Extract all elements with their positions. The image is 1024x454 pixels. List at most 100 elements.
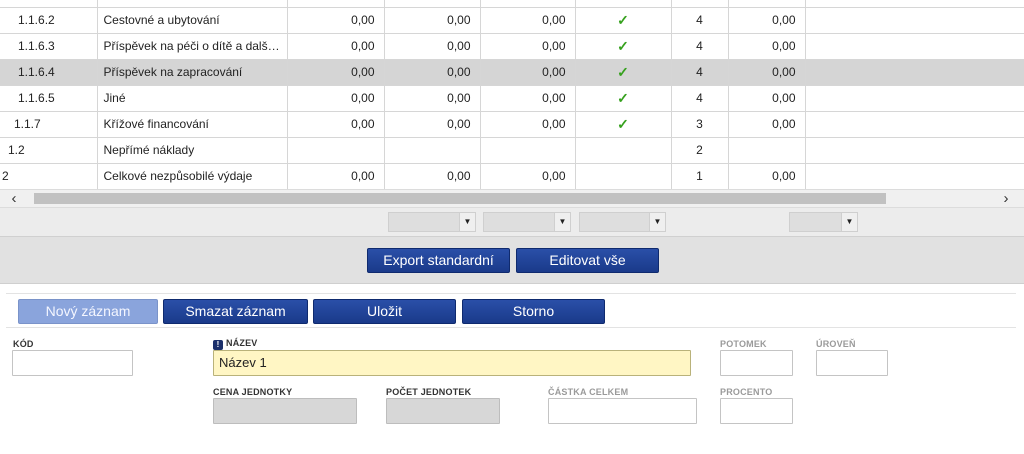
row-empty-cell [805, 0, 1024, 8]
filter-select-2[interactable]: ▼ [483, 212, 571, 232]
budget-table: 1.1.6.2 Cestovné a ubytování 0,00 0,00 0,00 ✓… [0, 0, 1024, 190]
row-check-cell [575, 137, 672, 164]
row-check-cell [575, 0, 672, 8]
unit-price-label: CENA JEDNOTKY [213, 387, 293, 397]
check-icon: ✓ [617, 63, 629, 80]
name-field[interactable]: Název 1 [213, 350, 691, 376]
level-label: ÚROVEŇ [816, 339, 856, 349]
row-value-cell: 0,00 [384, 33, 481, 60]
row-check-cell: ✓ [575, 33, 672, 60]
row-empty-cell [805, 137, 1024, 164]
row-value-cell: 0,00 [480, 7, 576, 34]
name-label-text: NÁZEV [226, 338, 258, 348]
row-value-cell [384, 137, 481, 164]
unit-price-field[interactable] [213, 398, 357, 424]
name-label: ! NÁZEV [213, 338, 258, 350]
child-field[interactable] [720, 350, 793, 376]
row-check-cell: ✓ [575, 85, 672, 112]
row-empty-cell [805, 59, 1024, 86]
code-field[interactable] [12, 350, 133, 376]
row-value-cell: 0,00 [384, 85, 481, 112]
row-value-cell [728, 137, 806, 164]
row-name-cell: Křížové financování [97, 111, 288, 138]
row-value-cell: 0,00 [287, 33, 385, 60]
row-name-cell: Jiné [97, 85, 288, 112]
row-value-cell: 0,00 [728, 85, 806, 112]
chevron-down-icon: ▼ [841, 213, 857, 231]
row-value-cell: 0,00 [480, 33, 576, 60]
table-row[interactable]: 1.1.6.5 Jiné 0,00 0,00 0,00 ✓ 4 0,00 [0, 85, 1024, 112]
row-value-cell: 0,00 [480, 163, 576, 190]
row-empty-cell [805, 111, 1024, 138]
delete-record-button[interactable]: Smazat záznam [163, 299, 308, 324]
unit-count-field[interactable] [386, 398, 500, 424]
chevron-down-icon: ▼ [649, 213, 665, 231]
filter-select-1[interactable]: ▼ [388, 212, 476, 232]
row-value-cell [287, 0, 385, 8]
scrollbar-thumb[interactable] [34, 193, 886, 204]
row-value-cell: 0,00 [384, 7, 481, 34]
total-amount-field[interactable] [548, 398, 697, 424]
check-icon: ✓ [617, 115, 629, 132]
row-value-cell: 0,00 [287, 111, 385, 138]
row-value-cell: 0,00 [728, 59, 806, 86]
record-form: Nový záznam Smazat záznam Uložit Storno … [0, 284, 1024, 454]
row-code-cell: 1.1.7 [0, 111, 98, 138]
table-row[interactable]: 1.1.6.4 Příspěvek na zapracování 0,00 0,00 0… [0, 59, 1024, 86]
percent-field[interactable] [720, 398, 793, 424]
scroll-left-arrow-icon[interactable]: ‹ [2, 190, 26, 207]
scroll-right-arrow-icon[interactable]: › [994, 190, 1018, 207]
table-row[interactable] [0, 0, 1024, 8]
row-name-cell: Nepřímé náklady [97, 137, 288, 164]
row-name-cell: Příspěvek na zapracování [97, 59, 288, 86]
row-value-cell [480, 0, 576, 8]
row-value-cell: 0,00 [287, 7, 385, 34]
row-code-cell: 1.1.6.4 [0, 59, 98, 86]
row-value-cell: 0,00 [287, 85, 385, 112]
row-level-cell: 4 [671, 85, 729, 112]
row-value-cell: 0,00 [384, 111, 481, 138]
row-value-cell: 0,00 [728, 163, 806, 190]
check-icon: ✓ [617, 11, 629, 28]
horizontal-scrollbar[interactable]: ‹ › [0, 189, 1024, 208]
row-value-cell: 0,00 [728, 33, 806, 60]
row-check-cell: ✓ [575, 7, 672, 34]
divider [6, 327, 1016, 328]
cancel-button[interactable]: Storno [462, 299, 605, 324]
table-row[interactable]: 1.1.6.3 Příspěvek na péči o dítě a další…… [0, 33, 1024, 60]
row-level-cell: 1 [671, 163, 729, 190]
row-value-cell: 0,00 [728, 111, 806, 138]
filter-select-3[interactable]: ▼ [579, 212, 666, 232]
row-value-cell: 0,00 [287, 163, 385, 190]
table-row[interactable]: 1.1.6.2 Cestovné a ubytování 0,00 0,00 0,00 ✓… [0, 7, 1024, 34]
row-level-cell: 4 [671, 7, 729, 34]
row-value-cell: 0,00 [287, 59, 385, 86]
child-label: POTOMEK [720, 339, 767, 349]
row-value-cell [728, 0, 806, 8]
row-value-cell: 0,00 [384, 59, 481, 86]
row-empty-cell [805, 85, 1024, 112]
row-name-cell [97, 0, 288, 8]
required-info-icon: ! [213, 340, 223, 350]
check-icon: ✓ [617, 89, 629, 106]
row-level-cell: 2 [671, 137, 729, 164]
row-check-cell: ✓ [575, 59, 672, 86]
row-value-cell [287, 137, 385, 164]
level-field[interactable] [816, 350, 888, 376]
check-icon: ✓ [617, 37, 629, 54]
filter-select-4[interactable]: ▼ [789, 212, 858, 232]
row-code-cell: 1.1.6.3 [0, 33, 98, 60]
row-value-cell: 0,00 [384, 163, 481, 190]
save-button[interactable]: Uložit [313, 299, 456, 324]
row-empty-cell [805, 33, 1024, 60]
export-standard-button[interactable]: Export standardní [367, 248, 510, 273]
table-row[interactable]: 2 Celkové nezpůsobilé výdaje 0,00 0,00 0,00 1… [0, 163, 1024, 190]
table-row[interactable]: 1.1.7 Křížové financování 0,00 0,00 0,00 ✓ 3 0,… [0, 111, 1024, 138]
row-value-cell: 0,00 [480, 59, 576, 86]
table-row[interactable]: 1.2 Nepřímé náklady 2 [0, 137, 1024, 164]
chevron-down-icon: ▼ [554, 213, 570, 231]
edit-all-button[interactable]: Editovat vše [516, 248, 659, 273]
row-empty-cell [805, 7, 1024, 34]
new-record-button[interactable]: Nový záznam [18, 299, 158, 324]
row-value-cell: 0,00 [480, 111, 576, 138]
